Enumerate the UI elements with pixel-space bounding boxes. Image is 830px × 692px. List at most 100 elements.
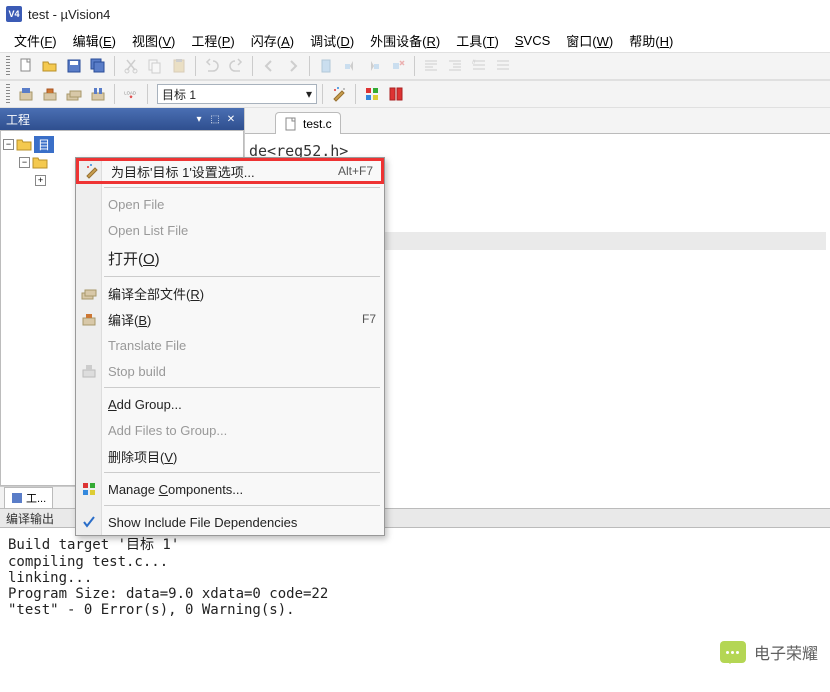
project-panel-title: 工程 ▾ ⬚ ✕ [0,108,244,130]
translate-button[interactable] [15,83,37,105]
editor-tab[interactable]: test.c [275,112,341,134]
project-panel-title-text: 工程 [6,111,30,128]
bookmark-prev-button[interactable] [339,55,361,77]
tree-collapse-icon[interactable]: − [3,139,14,150]
copy-button[interactable] [144,55,166,77]
menu-外围设备[interactable]: 外围设备(R) [364,29,446,52]
tree-root[interactable]: − 目 [3,135,241,153]
bookmark-clear-button[interactable] [387,55,409,77]
ctx-label: 删除项目(V) [108,447,177,466]
ctx-manage-components[interactable]: Manage Components... [76,476,384,502]
download-button[interactable]: LOAD [120,83,142,105]
ctx-open-list-file: Open List File [76,217,384,243]
new-file-button[interactable] [15,55,37,77]
title-bar: V4 test - µVision4 [0,0,830,28]
ctx-show-deps[interactable]: Show Include File Dependencies [76,509,384,535]
menu-SVCS[interactable]: SVCS [509,31,556,50]
tree-root-label: 目 [34,136,54,153]
components-icon [80,480,98,498]
bookmark-next-button[interactable] [363,55,385,77]
project-tab-label: 工... [26,490,46,506]
editor-tab-label: test.c [303,117,332,131]
ctx-open-file: Open File [76,191,384,217]
indent-left-button[interactable] [420,55,442,77]
ctx-label: Manage Components... [108,482,243,497]
ctx-options-target[interactable]: 为目标'目标 1'设置选项... Alt+F7 [76,158,384,184]
menu-文件[interactable]: 文件(F) [8,29,63,52]
toolbar-standard: // [0,52,830,80]
target-selector[interactable]: 目标 1 ▾ [157,84,317,104]
ctx-label: Translate File [108,338,186,353]
ctx-label: Stop build [108,364,166,379]
build-output[interactable]: Build target '目标 1' compiling test.c... … [0,528,830,643]
batch-build-button[interactable] [87,83,109,105]
ctx-label: Add Group... [108,397,182,412]
panel-close-button[interactable]: ✕ [224,112,238,126]
menu-工具[interactable]: 工具(T) [450,29,505,52]
ctx-shortcut: F7 [362,312,376,326]
editor-tabs: test.c [245,108,830,134]
ctx-label: Open List File [108,223,188,238]
ctx-remove-item[interactable]: 删除项目(V) [76,443,384,469]
manage-books-button[interactable] [385,83,407,105]
nav-forward-button[interactable] [282,55,304,77]
ctx-build[interactable]: 编译(B) F7 [76,306,384,332]
ctx-label: Add Files to Group... [108,423,227,438]
project-tab-icon [11,492,23,504]
stop-build-icon [80,362,98,380]
tree-expand-icon[interactable]: + [35,175,46,186]
ctx-build-all[interactable]: 编译全部文件(R) [76,280,384,306]
indent-right-button[interactable] [444,55,466,77]
toolbar-build: LOAD 目标 1 ▾ [0,80,830,108]
undo-button[interactable] [201,55,223,77]
nav-back-button[interactable] [258,55,280,77]
ctx-add-files: Add Files to Group... [76,417,384,443]
ctx-shortcut: Alt+F7 [338,164,373,178]
wand-icon [83,162,101,180]
save-button[interactable] [63,55,85,77]
panel-dropdown-button[interactable]: ▾ [192,112,206,126]
watermark-text: 电子荣耀 [754,640,818,664]
wechat-icon [720,641,746,663]
redo-button[interactable] [225,55,247,77]
check-icon [80,513,98,531]
rebuild-button[interactable] [63,83,85,105]
ctx-add-group[interactable]: Add Group... [76,391,384,417]
bookmark-toggle-button[interactable] [315,55,337,77]
menu-窗口[interactable]: 窗口(W) [560,29,619,52]
toolbar-grip[interactable] [6,56,10,76]
cut-button[interactable] [120,55,142,77]
menu-编辑[interactable]: 编辑(E) [67,29,122,52]
manage-components-button[interactable] [361,83,383,105]
tree-collapse-icon[interactable]: − [19,157,30,168]
svg-text:LOAD: LOAD [124,91,136,96]
menu-视图[interactable]: 视图(V) [126,29,181,52]
open-file-button[interactable] [39,55,61,77]
file-icon [284,117,298,131]
ctx-label: 编译(B) [108,310,151,329]
ctx-translate: Translate File [76,332,384,358]
panel-pin-button[interactable]: ⬚ [208,112,222,126]
ctx-label: Open File [108,197,164,212]
options-button[interactable] [328,83,350,105]
save-all-button[interactable] [87,55,109,77]
menu-帮助[interactable]: 帮助(H) [623,29,679,52]
app-icon: V4 [6,6,22,22]
menu-bar: 文件(F)编辑(E)视图(V)工程(P)闪存(A)调试(D)外围设备(R)工具(… [0,28,830,52]
build-button[interactable] [39,83,61,105]
paste-button[interactable] [168,55,190,77]
uncomment-button[interactable] [492,55,514,77]
menu-闪存[interactable]: 闪存(A) [245,29,300,52]
ctx-label: Show Include File Dependencies [108,515,297,530]
ctx-label: 为目标'目标 1'设置选项... [111,162,255,181]
context-menu: 为目标'目标 1'设置选项... Alt+F7 Open File Open List… [75,157,385,536]
folder-icon [16,137,32,151]
menu-调试[interactable]: 调试(D) [304,29,360,52]
ctx-label: 打开(O) [108,248,160,269]
toolbar-grip[interactable] [6,84,10,104]
svg-text://: // [472,60,476,66]
menu-工程[interactable]: 工程(P) [185,29,240,52]
comment-button[interactable]: // [468,55,490,77]
ctx-open[interactable]: 打开(O) [76,243,384,273]
project-tab[interactable]: 工... [4,487,53,509]
